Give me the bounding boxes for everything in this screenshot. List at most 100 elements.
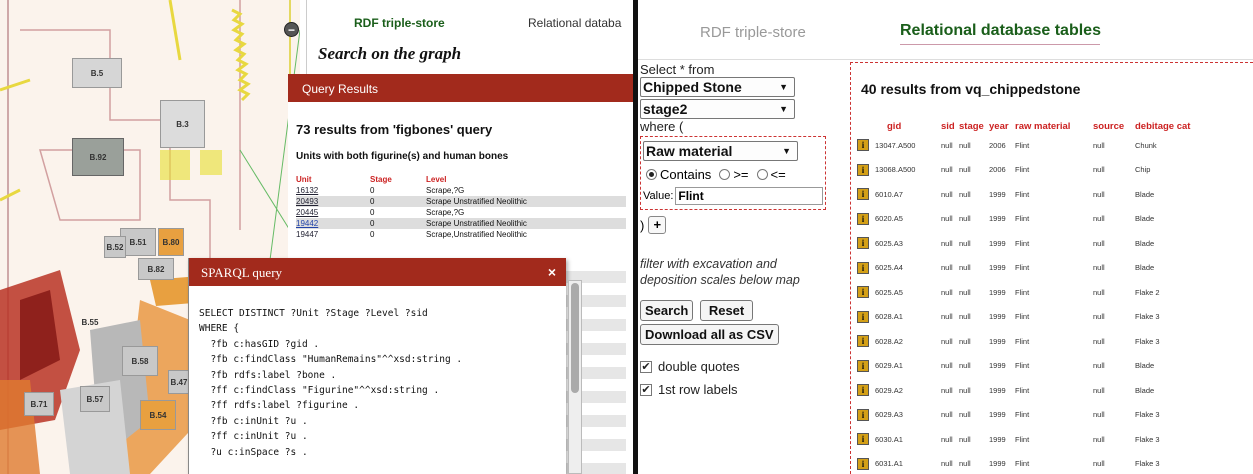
map-block-b58[interactable]: B.58 xyxy=(122,346,158,376)
where-label: where ( xyxy=(640,119,684,134)
cell-stage: null xyxy=(959,434,971,444)
cell-year: 1999 xyxy=(989,459,1006,469)
first-row-labels-label: 1st row labels xyxy=(658,382,738,397)
map-block-b3[interactable]: B.3 xyxy=(160,100,205,148)
unit-value[interactable]: 19442 xyxy=(296,219,318,228)
value-input[interactable]: Flint xyxy=(675,187,823,205)
stage-select[interactable]: stage2 ▼ xyxy=(640,99,795,119)
cell-stage: null xyxy=(959,165,971,175)
unit-link[interactable]: 16132 xyxy=(296,185,370,196)
tab-relational-database[interactable]: Relational databa xyxy=(528,16,621,30)
radio-contains[interactable] xyxy=(646,169,657,180)
map-block-b57[interactable]: B.57 xyxy=(80,386,110,412)
cell-stage: null xyxy=(959,214,971,224)
map-block-b80[interactable]: B.80 xyxy=(158,228,184,256)
unit-value[interactable]: 16132 xyxy=(296,186,318,195)
cell-year: 1999 xyxy=(989,238,1006,248)
cell-gid: 6010.A7 xyxy=(875,189,903,199)
tab-relational-database-tables[interactable]: Relational database tables xyxy=(900,22,1101,40)
table-row: i 6025.A4 null null 1999 Flint null Blade xyxy=(855,256,1213,281)
map-block-b55[interactable]: B.55 xyxy=(78,312,102,332)
reset-button[interactable]: Reset xyxy=(699,300,754,321)
tab-rdf-triple-store[interactable]: RDF triple-store xyxy=(354,16,445,30)
cell-sid: null xyxy=(941,385,953,395)
cell-source: null xyxy=(1093,263,1105,273)
cell-raw: Flint xyxy=(1015,410,1030,420)
cell-stage: null xyxy=(959,263,971,273)
info-cell: i xyxy=(855,207,873,232)
block-label: B.92 xyxy=(89,152,107,162)
close-icon[interactable]: × xyxy=(548,264,556,280)
table-select[interactable]: Chipped Stone ▼ xyxy=(640,77,795,97)
info-icon[interactable]: i xyxy=(857,408,869,421)
unit-value[interactable]: 20445 xyxy=(296,208,318,217)
radio-lte[interactable] xyxy=(756,169,768,180)
block-label: B.47 xyxy=(170,377,188,387)
double-quotes-option[interactable]: ✔ double quotes xyxy=(640,359,840,374)
checkbox-checked-icon[interactable]: ✔ xyxy=(640,383,652,396)
condition-box: Raw material ▼ Contains >= <= Value: Fli… xyxy=(640,136,826,210)
sparql-scrollbar[interactable] xyxy=(568,280,582,474)
info-icon[interactable]: i xyxy=(857,457,869,470)
cell-raw: Flint xyxy=(1015,459,1030,469)
info-icon[interactable]: i xyxy=(857,433,869,446)
unit-value[interactable]: 20493 xyxy=(296,197,318,206)
map-block-b52[interactable]: B.52 xyxy=(104,236,126,258)
cell-cat: Blade xyxy=(1135,361,1155,371)
cell-source: null xyxy=(1093,287,1105,297)
info-icon[interactable]: i xyxy=(857,261,869,274)
info-icon[interactable]: i xyxy=(857,384,869,397)
info-icon[interactable]: i xyxy=(857,212,869,225)
scrollbar-thumb[interactable] xyxy=(571,283,579,393)
cell-stage: null xyxy=(959,459,971,469)
table-row: i 6028.A2 null null 1999 Flint null Flake 3 xyxy=(855,329,1213,354)
info-icon[interactable]: i xyxy=(857,310,869,323)
map-block-b47[interactable]: B.47 xyxy=(168,370,190,394)
info-cell: i xyxy=(855,452,873,474)
checkbox-checked-icon[interactable]: ✔ xyxy=(640,360,652,373)
info-cell: i xyxy=(855,182,873,207)
cell-sid: null xyxy=(941,189,953,199)
cell-raw: Flint xyxy=(1015,312,1030,322)
cell-gid: 6030.A1 xyxy=(875,434,903,444)
field-select[interactable]: Raw material ▼ xyxy=(643,141,798,161)
cell-year: 1999 xyxy=(989,287,1006,297)
cell-year: 1999 xyxy=(989,312,1006,322)
info-cell: i xyxy=(855,133,873,158)
info-icon[interactable]: i xyxy=(857,286,869,299)
map-block-b54[interactable]: B.54 xyxy=(140,400,176,430)
map-block-b92[interactable]: B.92 xyxy=(72,138,124,176)
tab-rdf-triple-store[interactable]: RDF triple-store xyxy=(700,24,806,41)
sparql-code: SELECT DISTINCT ?Unit ?Stage ?Level ?sid… xyxy=(199,308,463,458)
cell-cat: Flake 3 xyxy=(1135,410,1160,420)
unit-link[interactable]: 20493 xyxy=(296,196,370,207)
column-header-sid: sid xyxy=(941,120,955,132)
info-icon[interactable]: i xyxy=(857,188,869,201)
info-icon[interactable]: i xyxy=(857,237,869,250)
unit-link[interactable]: 19447 xyxy=(296,229,370,240)
map-block-b82[interactable]: B.82 xyxy=(138,258,174,280)
first-row-labels-option[interactable]: ✔ 1st row labels xyxy=(640,382,840,397)
info-icon[interactable]: i xyxy=(857,359,869,372)
table-row: i 6030.A1 null null 1999 Flint null Flake 3 xyxy=(855,427,1213,452)
value-row: Value: Flint xyxy=(643,187,823,205)
table-row: i 6020.A5 null null 1999 Flint null Blade xyxy=(855,207,1213,232)
zoom-out-button[interactable]: − xyxy=(284,22,299,37)
unit-link[interactable]: 20445 xyxy=(296,207,370,218)
cell-sid: null xyxy=(941,459,953,469)
unit-value[interactable]: 19447 xyxy=(296,230,318,239)
info-icon[interactable]: i xyxy=(857,335,869,348)
tab-bar: RDF triple-store Relational databa xyxy=(306,0,633,36)
unit-link[interactable]: 19442 xyxy=(296,218,370,229)
search-button[interactable]: Search xyxy=(640,300,694,321)
select-from-label: Select * from xyxy=(640,62,715,77)
add-condition-button[interactable]: + xyxy=(648,216,667,234)
info-icon[interactable]: i xyxy=(857,163,869,176)
download-csv-button[interactable]: Download all as CSV xyxy=(640,324,779,345)
info-icon[interactable]: i xyxy=(857,139,869,152)
radio-gte[interactable] xyxy=(719,169,731,180)
cell-cat: Flake 3 xyxy=(1135,312,1160,322)
stage-value: 0 xyxy=(370,196,426,207)
map-block-b5[interactable]: B.5 xyxy=(72,58,122,88)
map-block-b71[interactable]: B.71 xyxy=(24,392,54,416)
